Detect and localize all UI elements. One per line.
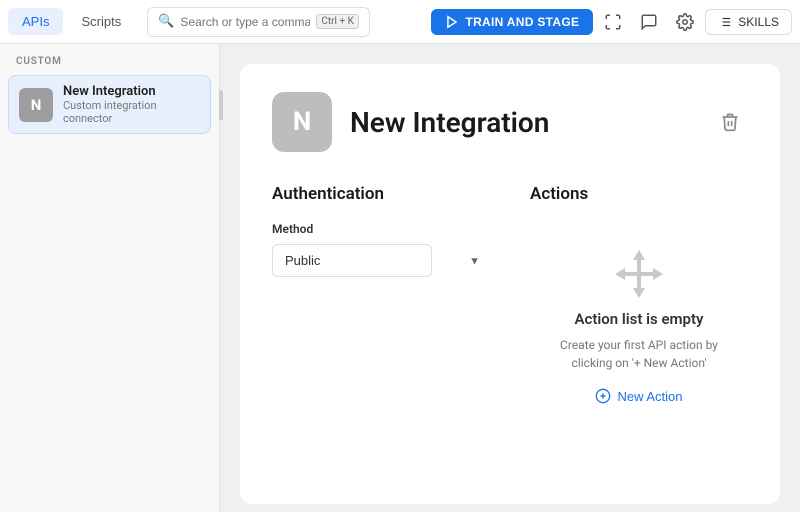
new-action-label: New Action [617,389,682,404]
settings-icon-button[interactable] [669,6,701,38]
auth-section-title: Authentication [272,184,490,204]
main-layout: CUSTOM N New Integration Custom integrat… [0,44,800,512]
sidebar-item-text: New Integration Custom integration conne… [63,84,200,125]
actions-section-title: Actions [530,184,748,204]
sidebar-item-wrapper: N New Integration Custom integration con… [8,75,211,134]
new-action-button[interactable]: New Action [595,388,682,404]
integration-avatar: N [272,92,332,152]
sidebar-item-new-integration[interactable]: N New Integration Custom integration con… [8,75,211,134]
authentication-section: Authentication Method Public Private OAu… [272,184,490,424]
sidebar-item-name: New Integration [63,84,200,99]
skills-label: SKILLS [738,15,779,29]
tab-apis[interactable]: APIs [8,8,63,35]
train-and-stage-button[interactable]: TRAIN AND STAGE [431,9,593,35]
chat-icon-button[interactable] [633,6,665,38]
train-label: TRAIN AND STAGE [465,15,579,29]
sidebar-section-label: CUSTOM [8,56,211,67]
content-area: N New Integration Authentication Method [220,44,800,512]
chevron-down-icon: ▼ [469,254,480,267]
trash-icon [720,112,740,132]
skills-button[interactable]: SKILLS [705,9,792,35]
tab-scripts[interactable]: Scripts [67,8,135,35]
keyboard-shortcut: Ctrl + K [316,14,359,29]
method-label: Method [272,222,490,236]
topbar: APIs Scripts 🔍 Ctrl + K TRAIN AND STAGE [0,0,800,44]
plus-circle-icon [595,388,611,404]
empty-state: Action list is empty Create your first A… [530,222,748,424]
empty-state-description: Create your first API action by clicking… [539,336,739,372]
chat-icon [640,13,658,31]
transfer-icon [604,13,622,31]
actions-section: Actions Action list is empty Create your… [530,184,748,424]
search-bar: 🔍 Ctrl + K [147,7,370,37]
integration-card: N New Integration Authentication Method [240,64,780,504]
two-column-layout: Authentication Method Public Private OAu… [272,184,748,424]
transfer-icon-button[interactable] [597,6,629,38]
integration-header: N New Integration [272,92,748,152]
sidebar: CUSTOM N New Integration Custom integrat… [0,44,220,512]
skills-icon [718,15,732,29]
method-select-wrapper: Public Private OAuth2 ▼ [272,244,490,277]
method-select[interactable]: Public Private OAuth2 [272,244,432,277]
drag-icon [607,242,671,310]
search-icon: 🔍 [158,14,174,29]
sidebar-item-subtitle: Custom integration connector [63,99,200,125]
gear-icon [676,13,694,31]
integration-title: New Integration [350,106,694,139]
sidebar-item-avatar: N [19,88,53,122]
empty-state-title: Action list is empty [574,310,703,328]
train-icon [445,15,459,29]
resize-handle[interactable] [219,90,223,120]
search-input[interactable] [180,15,310,29]
delete-button[interactable] [712,104,748,140]
